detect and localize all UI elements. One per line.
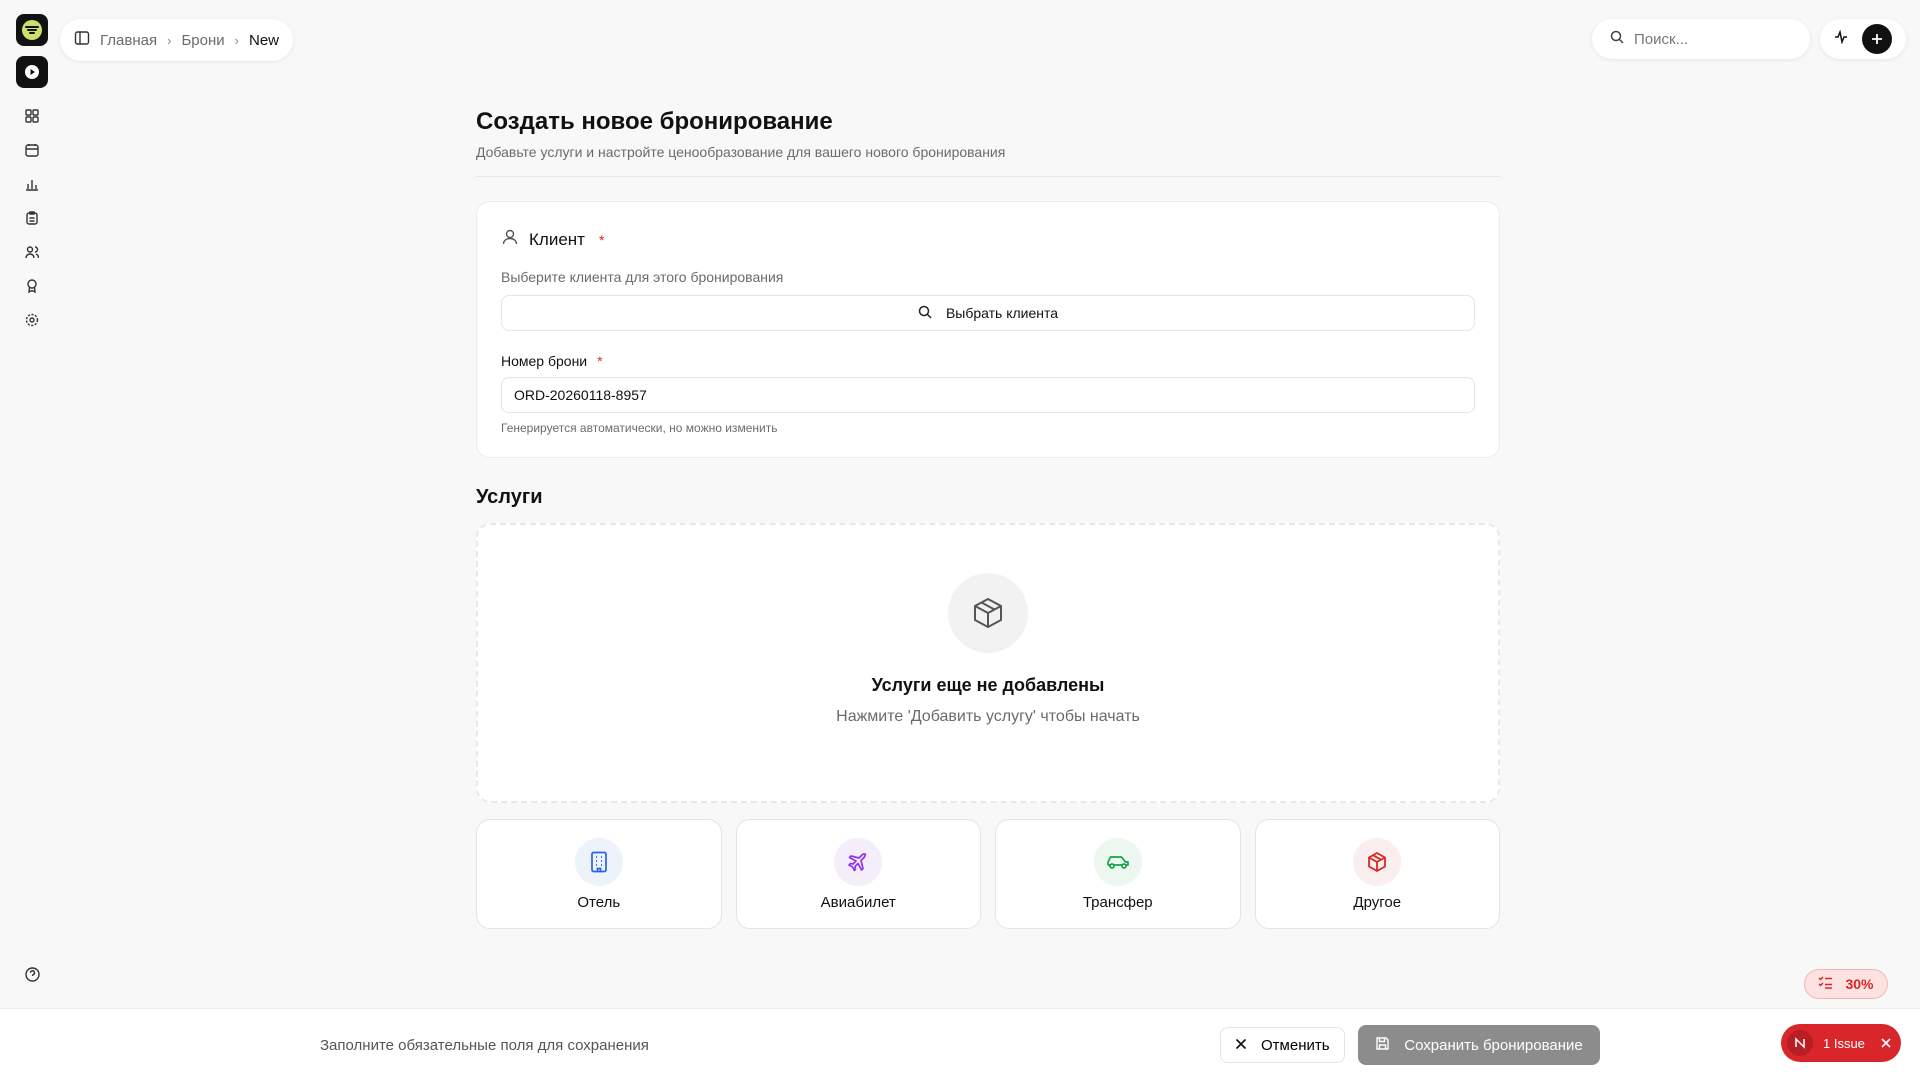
service-type-row: Отель Авиабилет Трансфер Другое bbox=[476, 819, 1500, 929]
main-content: Создать новое бронирование Добавьте услу… bbox=[476, 100, 1500, 929]
breadcrumb-current: New bbox=[248, 31, 279, 49]
client-card-title: Клиент * bbox=[501, 228, 1475, 251]
select-client-button[interactable]: Выбрать клиента bbox=[501, 295, 1475, 331]
cancel-label: Отменить bbox=[1261, 1036, 1330, 1054]
issue-badge[interactable]: 1 Issue bbox=[1781, 1024, 1901, 1062]
service-transfer-button[interactable]: Трансфер bbox=[995, 819, 1241, 929]
booking-number-label: Номер брони * bbox=[501, 353, 1475, 369]
close-icon[interactable] bbox=[1881, 1036, 1891, 1051]
cancel-button[interactable]: Отменить bbox=[1220, 1027, 1345, 1063]
booking-number-label-text: Номер брони bbox=[501, 353, 588, 369]
required-mark: * bbox=[598, 231, 605, 248]
divider bbox=[476, 176, 1500, 177]
search-icon bbox=[1610, 30, 1624, 49]
client-title: Клиент bbox=[529, 229, 585, 249]
booking-number-hint: Генерируется автоматически, но можно изм… bbox=[501, 421, 778, 435]
issue-label: 1 Issue bbox=[1823, 1035, 1865, 1051]
service-other-label: Другое bbox=[1353, 893, 1402, 911]
building-icon bbox=[574, 837, 623, 886]
search-input[interactable] bbox=[1634, 30, 1784, 48]
services-title: Услуги bbox=[476, 486, 543, 508]
sidebar-toggle-icon[interactable] bbox=[74, 30, 90, 50]
save-booking-button[interactable]: Сохранить бронирование bbox=[1358, 1025, 1600, 1065]
user-icon bbox=[501, 228, 519, 251]
empty-subtitle: Нажмите 'Добавить услугу' чтобы начать bbox=[836, 708, 1140, 725]
settings-icon[interactable] bbox=[22, 310, 42, 330]
plane-icon bbox=[834, 837, 883, 886]
progress-badge[interactable]: 30% bbox=[1804, 969, 1888, 999]
required-fields-message: Заполните обязательные поля для сохранен… bbox=[320, 1037, 649, 1054]
services-empty-state: Услуги еще не добавлены Нажмите 'Добавит… bbox=[476, 523, 1500, 803]
chart-icon[interactable] bbox=[22, 174, 42, 194]
breadcrumb-home[interactable]: Главная bbox=[100, 32, 157, 49]
add-button[interactable] bbox=[1862, 24, 1892, 54]
bottom-action-bar: Заполните обязательные поля для сохранен… bbox=[0, 1008, 1920, 1080]
service-flight-label: Авиабилет bbox=[820, 893, 896, 911]
search-icon bbox=[918, 305, 932, 322]
logo-icon[interactable] bbox=[16, 14, 48, 46]
dashboard-icon[interactable] bbox=[22, 106, 42, 126]
service-hotel-button[interactable]: Отель bbox=[476, 819, 722, 929]
calendar-icon[interactable] bbox=[22, 140, 42, 160]
empty-title: Услуги еще не добавлены bbox=[871, 675, 1105, 695]
search-box bbox=[1592, 19, 1810, 59]
car-icon bbox=[1093, 837, 1142, 886]
client-hint: Выберите клиента для этого бронирования bbox=[501, 269, 784, 285]
next-logo-icon bbox=[1787, 1030, 1813, 1056]
booking-number-input[interactable] bbox=[501, 377, 1475, 413]
chevron-right-icon: › bbox=[234, 32, 239, 48]
header-actions bbox=[1820, 19, 1906, 59]
save-icon bbox=[1375, 1036, 1390, 1055]
sidebar-rail bbox=[0, 0, 64, 1080]
activity-icon[interactable] bbox=[1834, 28, 1848, 49]
award-icon[interactable] bbox=[22, 276, 42, 296]
play-icon[interactable] bbox=[16, 56, 48, 88]
progress-label: 30% bbox=[1845, 976, 1874, 992]
checklist-icon bbox=[1818, 976, 1833, 992]
page-subtitle: Добавьте услуги и настройте ценообразова… bbox=[476, 144, 1006, 160]
service-transfer-label: Трансфер bbox=[1082, 893, 1153, 911]
breadcrumb: Главная › Брони › New bbox=[60, 19, 293, 61]
page-title: Создать новое бронирование bbox=[476, 108, 833, 135]
service-flight-button[interactable]: Авиабилет bbox=[735, 819, 981, 929]
users-icon[interactable] bbox=[22, 242, 42, 262]
close-icon bbox=[1235, 1037, 1247, 1054]
chevron-right-icon: › bbox=[167, 32, 172, 48]
package-icon bbox=[948, 573, 1028, 653]
service-other-button[interactable]: Другое bbox=[1254, 819, 1500, 929]
service-hotel-label: Отель bbox=[577, 893, 621, 911]
help-icon[interactable] bbox=[22, 964, 42, 984]
breadcrumb-bookings[interactable]: Брони bbox=[181, 32, 224, 49]
clipboard-icon[interactable] bbox=[22, 208, 42, 228]
client-card: Клиент * Выберите клиента для этого брон… bbox=[476, 201, 1500, 458]
select-client-label: Выбрать клиента bbox=[945, 305, 1059, 321]
save-label: Сохранить бронирование bbox=[1404, 1036, 1583, 1054]
box-icon bbox=[1353, 837, 1402, 886]
required-mark: * bbox=[597, 353, 603, 369]
